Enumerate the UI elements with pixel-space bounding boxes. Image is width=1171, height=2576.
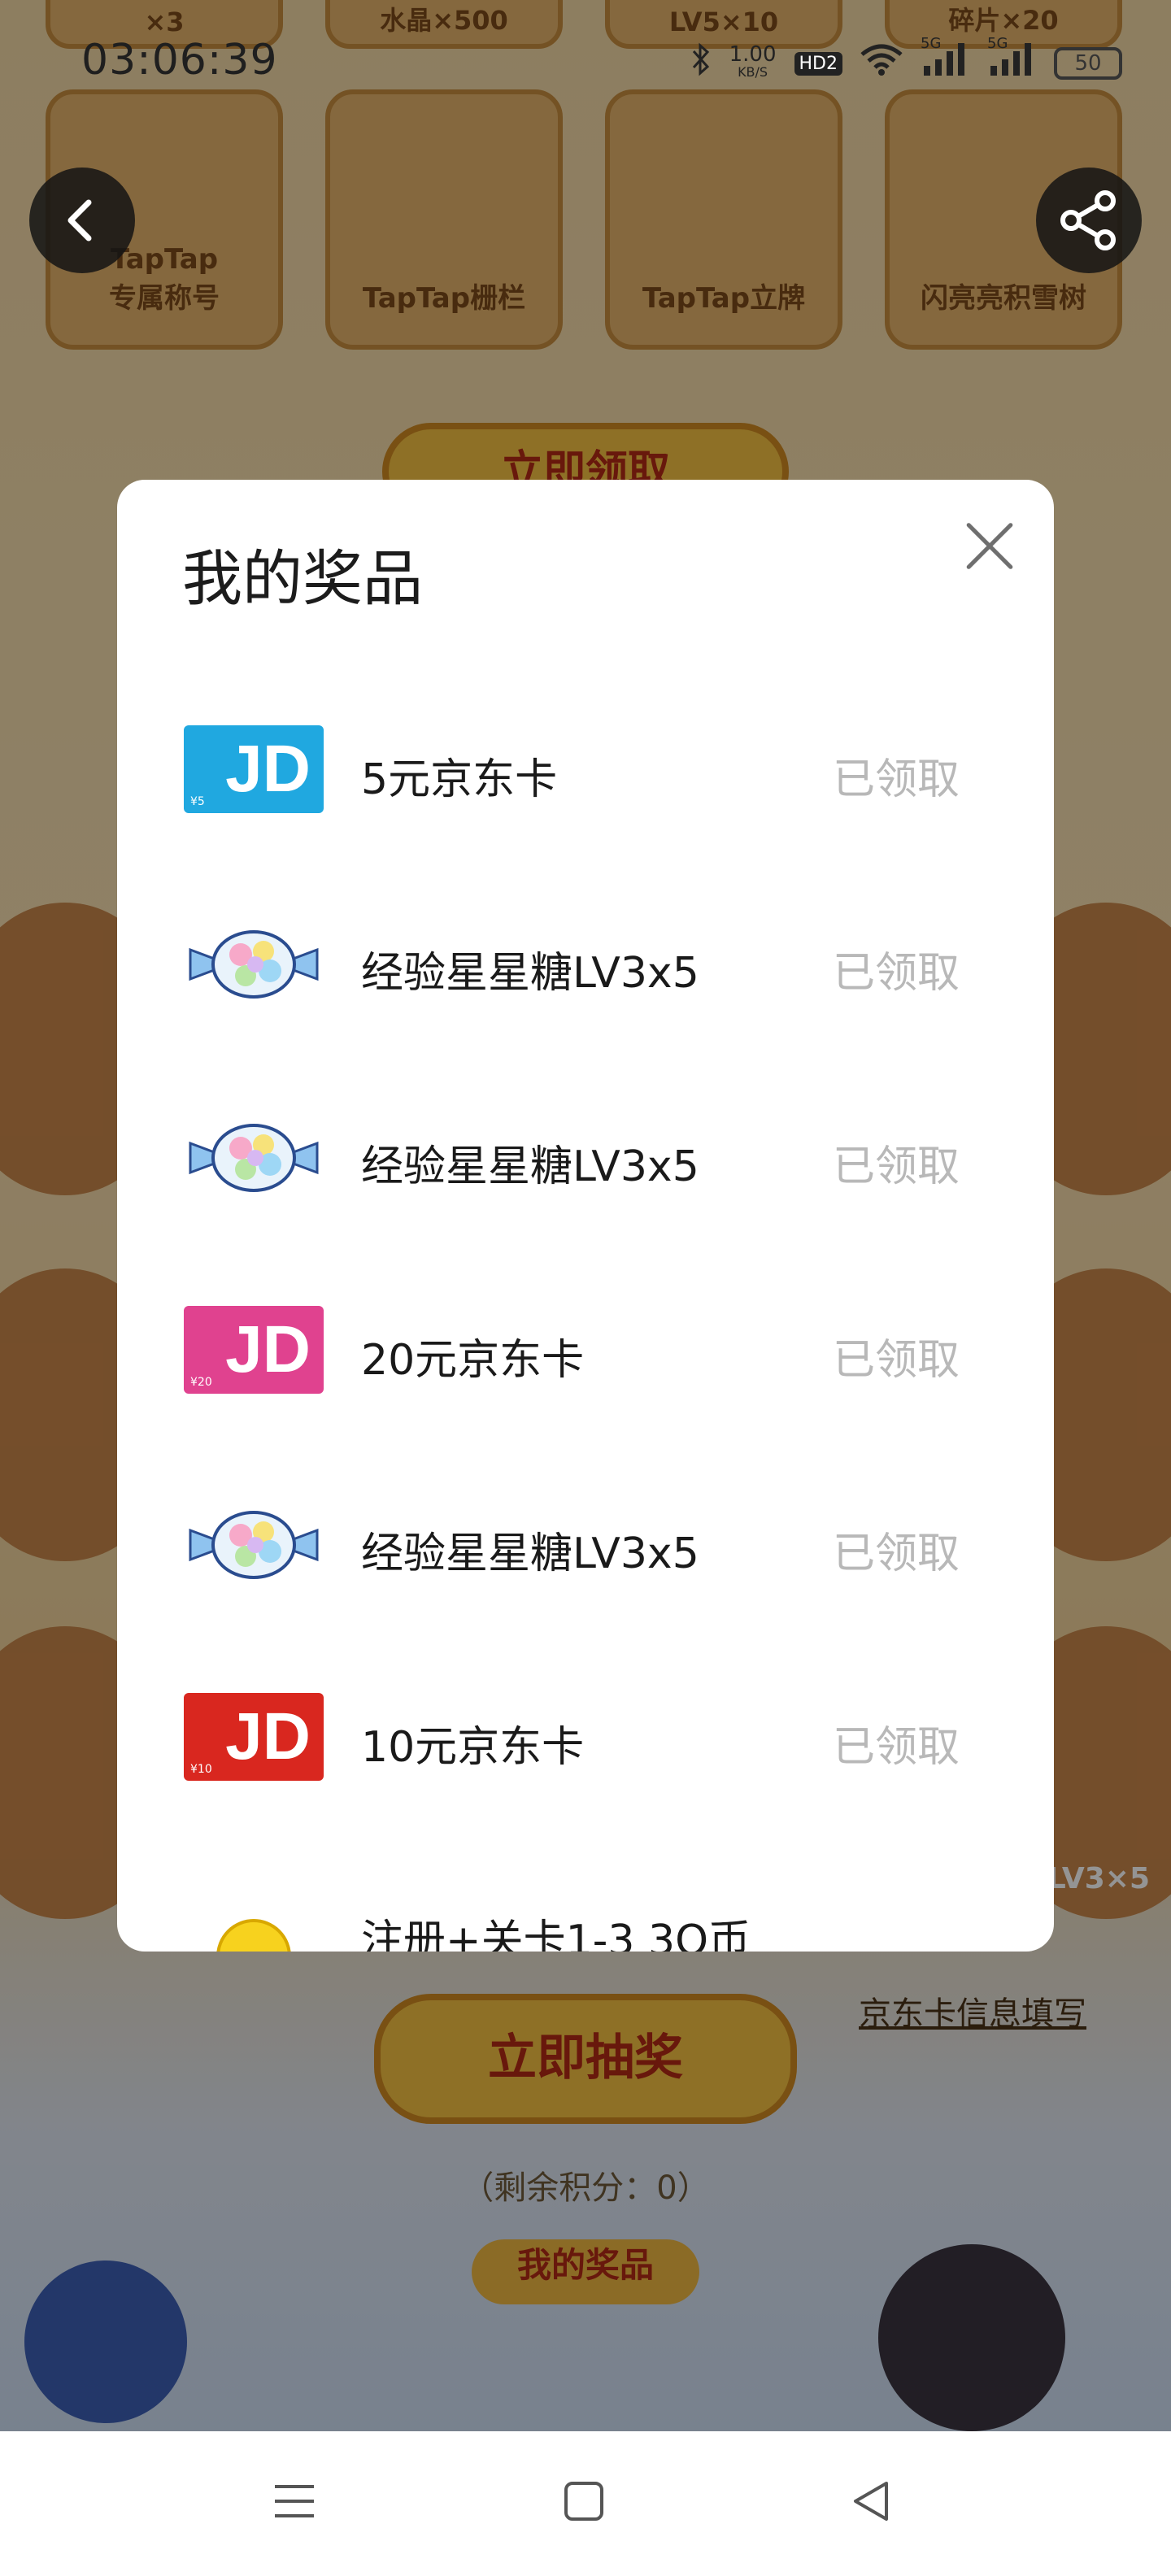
list-item: 经验星星糖LV3x5 已领取 [117,1060,1054,1254]
jd-card-icon: JD ¥10 [184,1693,324,1781]
prize-name: 注册+关卡1-3 3Q币 [361,1917,751,1952]
system-navigation-bar [0,2431,1171,2576]
list-item: 注册+关卡1-3 3Q币 [117,1834,1054,1952]
jd-card-icon: JD ¥5 [184,725,324,813]
candy-icon [184,1499,324,1587]
list-item: 经验星星糖LV3x5 已领取 [117,1447,1054,1641]
network-type-label: 5G [987,35,1008,52]
chevron-left-icon [67,199,92,242]
modal-title: 我的奖品 [182,544,423,614]
prize-list[interactable]: JD ¥5 5元京东卡 已领取 经验星星糖LV3x5 已领取 经验星星糖LV3x… [117,673,1054,1952]
prize-status: 已领取 [832,1336,960,1385]
prize-status: 已领取 [832,755,960,804]
prize-status: 已领取 [832,1723,960,1772]
wifi-icon [860,43,903,84]
share-button[interactable] [1036,168,1142,273]
jd-card-icon: JD ¥20 [184,1306,324,1394]
status-icons: 1.00 KB/S HD2 5G 5G 50 [690,35,1122,85]
battery-icon: 50 [1054,47,1122,80]
back-icon[interactable] [849,2478,895,2527]
signal-icon: 5G [987,35,1036,84]
signal-icon: 5G [921,35,969,84]
prize-name: 经验星星糖LV3x5 [361,1142,699,1191]
back-button[interactable] [29,168,135,273]
share-icon [1060,190,1116,250]
bluetooth-icon [690,42,712,85]
list-item: JD ¥10 10元京东卡 已领取 [117,1641,1054,1834]
prize-status: 已领取 [832,1530,960,1578]
status-time: 03:06:39 [81,36,278,85]
coin-icon [184,1886,324,1952]
prize-status: 已领取 [832,1142,960,1191]
close-icon[interactable] [961,517,1018,574]
prize-name: 10元京东卡 [361,1723,585,1772]
my-prizes-modal: 我的奖品 JD ¥5 5元京东卡 已领取 经验星星糖LV3x5 已领取 经验星星… [117,480,1054,1952]
network-type-label: 5G [921,35,942,52]
speed-value: 1.00 [729,42,777,67]
list-item: 经验星星糖LV3x5 已领取 [117,867,1054,1060]
home-icon[interactable] [561,2478,607,2527]
candy-icon [184,919,324,1007]
prize-name: 经验星星糖LV3x5 [361,1530,699,1578]
network-speed: 1.00 KB/S [729,42,777,81]
prize-status: 已领取 [832,949,960,998]
prize-name: 5元京东卡 [361,755,558,804]
list-item: JD ¥20 20元京东卡 已领取 [117,1254,1054,1447]
hd-icon: HD2 [794,51,842,76]
prize-name: 20元京东卡 [361,1336,585,1385]
menu-icon[interactable] [272,2478,317,2527]
prize-name: 经验星星糖LV3x5 [361,949,699,998]
list-item: JD ¥5 5元京东卡 已领取 [117,673,1054,867]
speed-unit: KB/S [738,64,768,80]
candy-icon [184,1112,324,1200]
